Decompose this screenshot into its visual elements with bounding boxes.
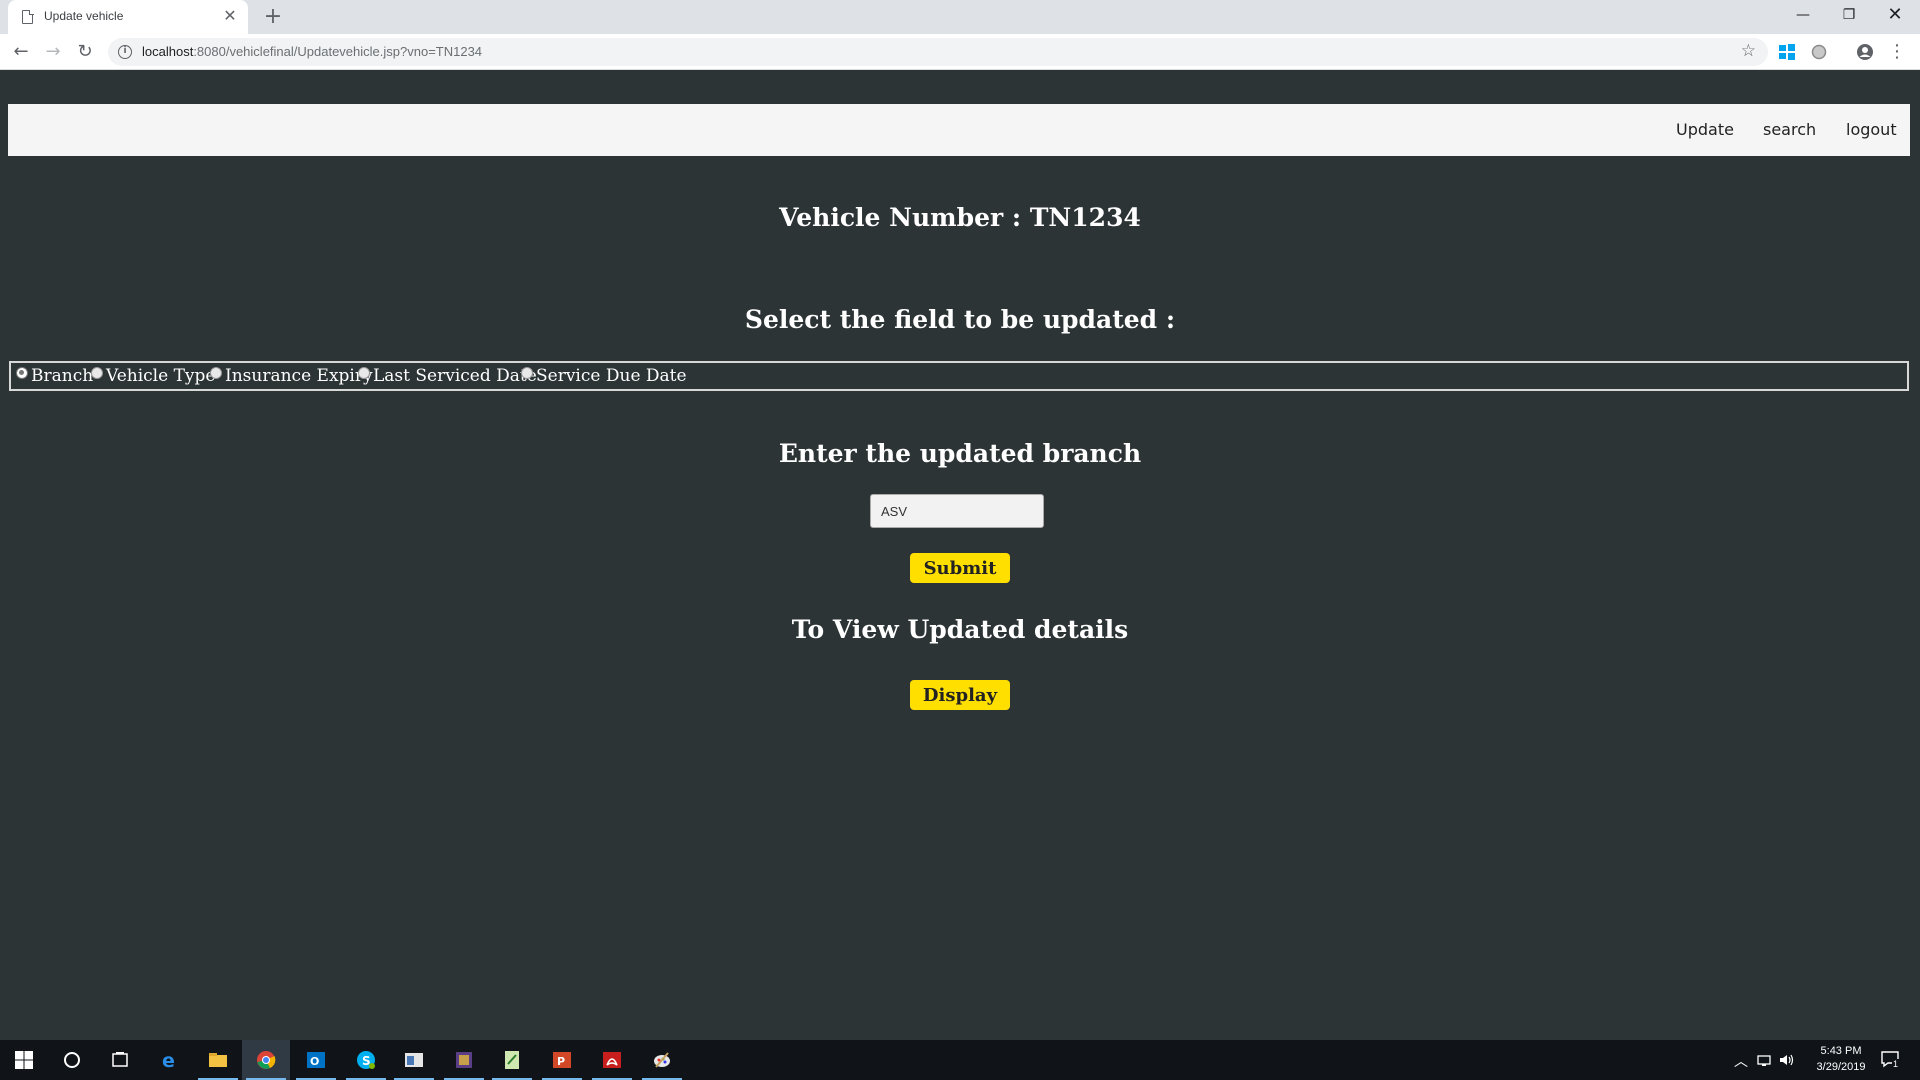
task-view-button[interactable] bbox=[96, 1040, 144, 1080]
branch-input[interactable] bbox=[870, 494, 1044, 528]
notification-count: 1 bbox=[1892, 1059, 1900, 1069]
url-text[interactable]: localhost:8080/vehiclefinal/Updatevehicl… bbox=[142, 44, 482, 59]
edge-icon: e bbox=[162, 1050, 175, 1070]
menu-icon[interactable]: ⋮ bbox=[1884, 39, 1910, 65]
search-button[interactable] bbox=[48, 1040, 96, 1080]
clock-date: 3/29/2019 bbox=[1816, 1061, 1866, 1073]
tab-title: Update vehicle bbox=[44, 9, 124, 23]
view-details-heading: To View Updated details bbox=[791, 615, 1129, 644]
extension-icon[interactable] bbox=[1810, 43, 1828, 61]
back-icon[interactable]: ← bbox=[8, 39, 34, 65]
tray-chevron-icon[interactable]: ︿ bbox=[1734, 1051, 1748, 1080]
select-field-heading: Select the field to be updated : bbox=[744, 305, 1176, 334]
radio-button[interactable] bbox=[91, 367, 103, 379]
vehicle-number-heading: Vehicle Number : TN1234 bbox=[779, 203, 1141, 232]
powerpoint-icon: P bbox=[553, 1052, 571, 1068]
windows-extension-icon[interactable] bbox=[1778, 43, 1796, 61]
taskbar-edge[interactable]: e bbox=[146, 1040, 194, 1080]
taskbar-acrobat[interactable] bbox=[588, 1040, 636, 1080]
close-tab-icon[interactable]: ✕ bbox=[220, 6, 240, 26]
app-window-icon bbox=[405, 1053, 423, 1067]
site-info-icon[interactable]: i bbox=[118, 45, 132, 59]
radio-button[interactable] bbox=[210, 367, 222, 379]
radio-last-serviced-date[interactable]: Last Serviced Date bbox=[358, 366, 537, 388]
radio-button[interactable] bbox=[358, 367, 370, 379]
skype-icon: S bbox=[357, 1051, 375, 1069]
forward-icon[interactable]: → bbox=[40, 39, 66, 65]
tab-strip: Update vehicle ✕ + — ❐ ✕ bbox=[0, 0, 1920, 34]
top-navbar: Update search logout bbox=[8, 104, 1910, 156]
svg-text:e: e bbox=[162, 1050, 175, 1070]
taskbar-file-explorer[interactable] bbox=[194, 1040, 242, 1080]
minimize-icon[interactable]: — bbox=[1780, 0, 1826, 30]
input-heading: Enter the updated branch bbox=[778, 439, 1142, 468]
radio-button-checked[interactable] bbox=[16, 367, 28, 379]
close-window-icon[interactable]: ✕ bbox=[1872, 0, 1918, 30]
reload-icon[interactable]: ↻ bbox=[72, 39, 98, 65]
task-view-icon bbox=[112, 1052, 128, 1067]
radio-vehicle-type[interactable]: Vehicle Type bbox=[91, 366, 215, 388]
svg-text:P: P bbox=[557, 1055, 565, 1068]
outlook-icon: O bbox=[307, 1052, 325, 1068]
taskbar-chrome[interactable] bbox=[242, 1040, 290, 1080]
taskbar-app-window[interactable] bbox=[390, 1040, 438, 1080]
nav-search-link[interactable]: search bbox=[1763, 120, 1816, 139]
cortana-circle-icon bbox=[64, 1052, 80, 1068]
windows-logo-icon bbox=[15, 1051, 33, 1069]
submit-button[interactable]: Submit bbox=[910, 553, 1010, 583]
radio-insurance-expiry[interactable]: Insurance Expiry bbox=[210, 366, 373, 388]
profile-icon[interactable] bbox=[1856, 43, 1874, 61]
taskbar-paint[interactable] bbox=[638, 1040, 686, 1080]
action-center-button[interactable]: 1 bbox=[1878, 1048, 1904, 1072]
chrome-icon bbox=[257, 1051, 276, 1069]
taskbar-notepad[interactable] bbox=[488, 1040, 536, 1080]
pdf-icon bbox=[603, 1052, 621, 1068]
nav-update-link[interactable]: Update bbox=[1676, 120, 1734, 139]
taskbar-powerpoint[interactable]: P bbox=[538, 1040, 586, 1080]
field-radio-group: Branch Vehicle Type Insurance Expiry Las… bbox=[9, 361, 1909, 391]
radio-service-due-date[interactable]: Service Due Date bbox=[521, 366, 687, 388]
page-icon bbox=[22, 9, 34, 24]
system-clock[interactable]: 5:43 PM 3/29/2019 bbox=[1798, 1043, 1884, 1075]
network-icon[interactable] bbox=[1756, 1052, 1774, 1068]
restore-icon[interactable]: ❐ bbox=[1826, 0, 1872, 30]
radio-branch[interactable]: Branch bbox=[16, 366, 93, 388]
taskbar-skype[interactable]: S bbox=[342, 1040, 390, 1080]
paint-icon bbox=[654, 1052, 670, 1068]
bookmark-star-icon[interactable]: ☆ bbox=[1741, 41, 1756, 61]
toolbox-icon bbox=[456, 1052, 472, 1068]
folder-icon bbox=[209, 1053, 227, 1067]
notepad-icon bbox=[505, 1051, 519, 1069]
windows-taskbar: e O S P ︿ 5:43 PM 3/29/2019 1 bbox=[0, 1040, 1920, 1080]
nav-logout-link[interactable]: logout bbox=[1846, 120, 1897, 139]
svg-text:O: O bbox=[310, 1055, 319, 1068]
start-button[interactable] bbox=[0, 1040, 48, 1080]
clock-time: 5:43 PM bbox=[1820, 1045, 1862, 1057]
address-bar[interactable]: i localhost:8080/vehiclefinal/Updatevehi… bbox=[108, 38, 1768, 66]
taskbar-outlook[interactable]: O bbox=[292, 1040, 340, 1080]
browser-toolbar: ← → ↻ i localhost:8080/vehiclefinal/Upda… bbox=[0, 34, 1920, 70]
volume-icon[interactable] bbox=[1778, 1052, 1796, 1068]
browser-tab[interactable]: Update vehicle ✕ bbox=[8, 0, 248, 34]
taskbar-app-tool[interactable] bbox=[440, 1040, 488, 1080]
display-button[interactable]: Display bbox=[910, 680, 1010, 710]
new-tab-button[interactable]: + bbox=[260, 4, 286, 30]
radio-button[interactable] bbox=[521, 367, 533, 379]
